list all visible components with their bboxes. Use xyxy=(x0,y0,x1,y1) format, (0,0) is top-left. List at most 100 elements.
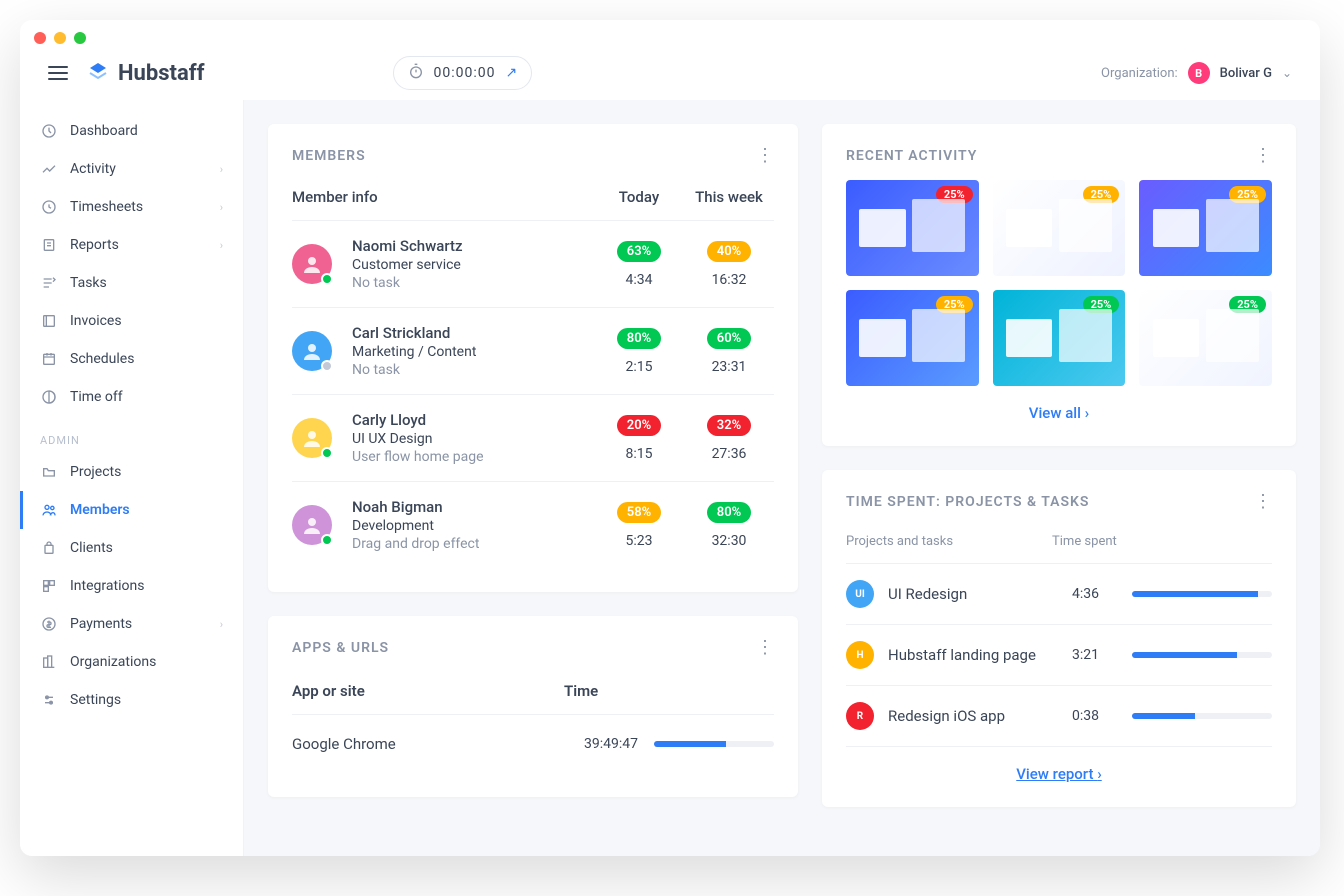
today-percent-badge: 80% xyxy=(617,328,661,349)
chevron-right-icon: › xyxy=(220,618,223,631)
time-spent-card: TIME SPENT: PROJECTS & TASKS ⋮ Projects … xyxy=(822,470,1296,807)
menu-toggle[interactable] xyxy=(48,66,68,80)
screenshot-thumb[interactable]: 25% xyxy=(1139,290,1272,386)
brand-logo[interactable]: Hubstaff xyxy=(86,61,205,86)
screenshot-thumb[interactable]: 25% xyxy=(993,290,1126,386)
payments-icon xyxy=(40,615,58,633)
app-row[interactable]: Google Chrome39:49:47 xyxy=(292,715,774,773)
nav-item-integrations[interactable]: Integrations xyxy=(20,567,243,605)
member-task: No task xyxy=(352,275,594,291)
window-controls xyxy=(20,20,1320,56)
col-today: Today xyxy=(594,188,684,206)
nav-label: Organizations xyxy=(70,654,156,670)
timer-widget[interactable]: 00:00:00 ↗ xyxy=(393,56,533,90)
chevron-right-icon: › xyxy=(220,239,223,252)
nav-item-tasks[interactable]: Tasks xyxy=(20,264,243,302)
nav-label: Projects xyxy=(70,464,121,480)
nav-label: Dashboard xyxy=(70,123,138,139)
screenshot-thumb[interactable]: 25% xyxy=(993,180,1126,276)
week-percent-badge: 80% xyxy=(707,502,751,523)
recent-activity-card: RECENT ACTIVITY ⋮ 25%25%25%25%25%25% Vie… xyxy=(822,124,1296,446)
org-switcher[interactable]: Organization: B Bolivar G ⌄ xyxy=(1101,62,1292,84)
nav-label: Invoices xyxy=(70,313,122,329)
week-time: 23:31 xyxy=(684,359,774,375)
col-member-info: Member info xyxy=(292,188,594,206)
nav-item-schedules[interactable]: Schedules xyxy=(20,340,243,378)
member-avatar xyxy=(292,505,332,545)
minimize-window[interactable] xyxy=(54,32,66,44)
today-percent-badge: 63% xyxy=(617,241,661,262)
app-time: 39:49:47 xyxy=(548,736,638,752)
org-name: Bolivar G xyxy=(1220,66,1272,81)
member-row[interactable]: Carl StricklandMarketing / ContentNo tas… xyxy=(292,308,774,395)
nav-label: Tasks xyxy=(70,275,107,291)
members-card: MEMBERS ⋮ Member info Today This week Na… xyxy=(268,124,798,592)
maximize-window[interactable] xyxy=(74,32,86,44)
view-report-link[interactable]: View report › xyxy=(846,765,1272,783)
today-time: 8:15 xyxy=(594,446,684,462)
time-spent-title: TIME SPENT: PROJECTS & TASKS xyxy=(846,494,1089,510)
nav-label: Members xyxy=(70,502,130,518)
nav-item-organizations[interactable]: Organizations xyxy=(20,643,243,681)
chevron-down-icon: ⌄ xyxy=(1282,66,1292,80)
reports-icon xyxy=(40,236,58,254)
project-row[interactable]: UIUI Redesign4:36 xyxy=(846,564,1272,625)
nav-item-members[interactable]: Members xyxy=(20,491,243,529)
nav-item-timesheets[interactable]: Timesheets› xyxy=(20,188,243,226)
project-row[interactable]: RRedesign iOS app0:38 xyxy=(846,686,1272,747)
screenshot-thumb[interactable]: 25% xyxy=(846,290,979,386)
org-label: Organization: xyxy=(1101,66,1178,81)
nav-label: Reports xyxy=(70,237,119,253)
nav-item-projects[interactable]: Projects xyxy=(20,453,243,491)
activity-icon xyxy=(40,160,58,178)
nav-label: Schedules xyxy=(70,351,134,367)
nav-item-clients[interactable]: Clients xyxy=(20,529,243,567)
nav-item-invoices[interactable]: Invoices xyxy=(20,302,243,340)
recent-more-icon[interactable]: ⋮ xyxy=(1254,153,1272,159)
timer-expand-icon[interactable]: ↗ xyxy=(506,65,518,81)
app-window: Hubstaff 00:00:00 ↗ Organization: B Boli… xyxy=(20,20,1320,856)
close-window[interactable] xyxy=(34,32,46,44)
nav-label: Settings xyxy=(70,692,121,708)
schedules-icon xyxy=(40,350,58,368)
nav-item-dashboard[interactable]: Dashboard xyxy=(20,112,243,150)
today-percent-badge: 20% xyxy=(617,415,661,436)
member-role: Customer service xyxy=(352,257,594,273)
apps-header-row: App or site Time xyxy=(292,672,774,715)
nav-item-settings[interactable]: Settings xyxy=(20,681,243,719)
nav-item-activity[interactable]: Activity› xyxy=(20,150,243,188)
member-role: Marketing / Content xyxy=(352,344,594,360)
member-name: Carly Lloyd xyxy=(352,411,594,429)
project-progress xyxy=(1132,591,1272,597)
screenshot-thumb[interactable]: 25% xyxy=(846,180,979,276)
project-row[interactable]: HHubstaff landing page3:21 xyxy=(846,625,1272,686)
nav-label: Clients xyxy=(70,540,113,556)
screenshot-thumb[interactable]: 25% xyxy=(1139,180,1272,276)
members-more-icon[interactable]: ⋮ xyxy=(756,153,774,159)
member-role: UI UX Design xyxy=(352,431,594,447)
org-avatar: B xyxy=(1188,62,1210,84)
week-percent-badge: 40% xyxy=(707,241,751,262)
stopwatch-icon xyxy=(408,63,424,83)
apps-more-icon[interactable]: ⋮ xyxy=(756,645,774,651)
week-time: 32:30 xyxy=(684,533,774,549)
header: Hubstaff 00:00:00 ↗ Organization: B Boli… xyxy=(20,56,1320,100)
apps-title: APPS & URLS xyxy=(292,640,389,656)
screenshot-grid: 25%25%25%25%25%25% xyxy=(846,180,1272,386)
chevron-right-icon: › xyxy=(1097,765,1102,783)
member-row[interactable]: Noah BigmanDevelopmentDrag and drop effe… xyxy=(292,482,774,568)
timespent-more-icon[interactable]: ⋮ xyxy=(1254,499,1272,505)
app-progress xyxy=(654,741,774,747)
nav-item-reports[interactable]: Reports › xyxy=(20,226,243,264)
member-row[interactable]: Carly LloydUI UX DesignUser flow home pa… xyxy=(292,395,774,482)
logo-icon xyxy=(86,61,110,85)
settings-icon xyxy=(40,691,58,709)
member-row[interactable]: Naomi SchwartzCustomer serviceNo task63%… xyxy=(292,221,774,308)
sidebar: Dashboard Activity›Timesheets› Reports › Tas… xyxy=(20,100,244,856)
member-role: Development xyxy=(352,518,594,534)
view-all-link[interactable]: View all › xyxy=(846,404,1272,422)
nav-item-time-off[interactable]: Time off xyxy=(20,378,243,416)
organizations-icon xyxy=(40,653,58,671)
nav-item-payments[interactable]: Payments› xyxy=(20,605,243,643)
status-indicator xyxy=(321,534,333,546)
